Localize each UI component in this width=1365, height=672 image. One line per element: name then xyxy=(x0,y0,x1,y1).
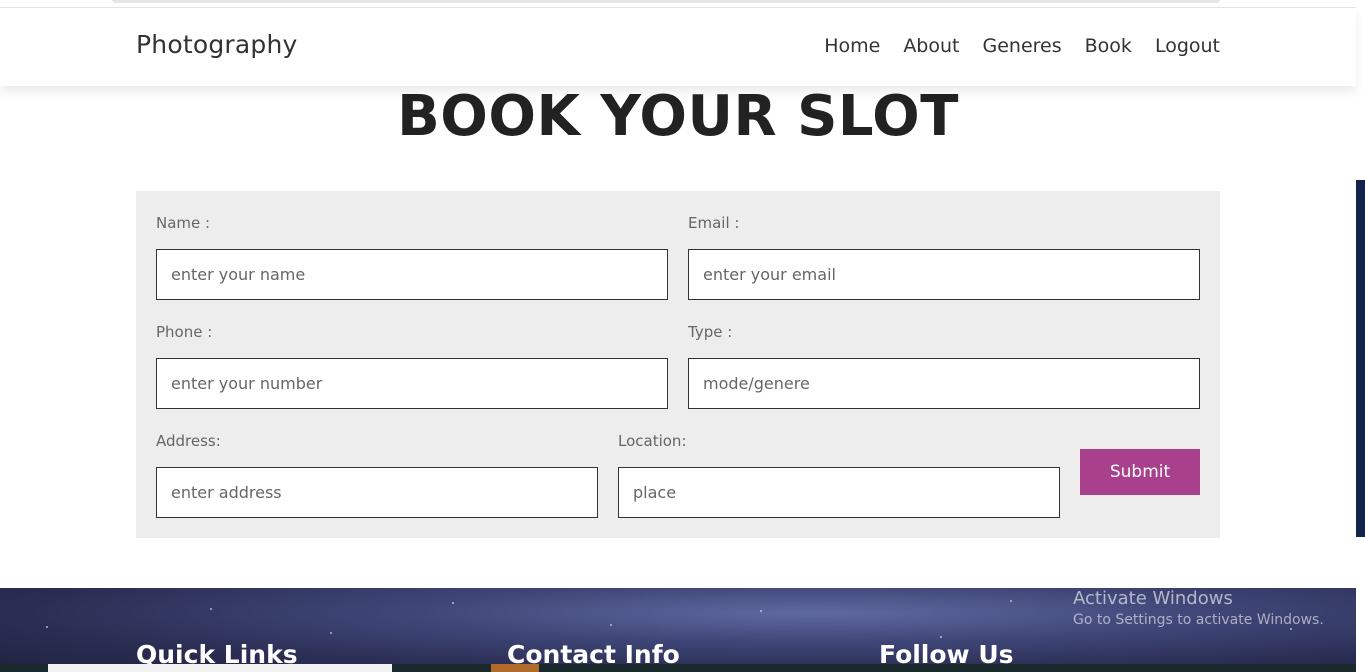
nav-link-generes[interactable]: Generes xyxy=(983,35,1062,57)
star-decoration xyxy=(940,636,942,638)
star-decoration xyxy=(210,608,212,610)
nav-link-home[interactable]: Home xyxy=(824,35,880,57)
navbar: Photography Home About Generes Book Logo… xyxy=(0,8,1356,86)
star-decoration xyxy=(452,602,454,604)
location-label: Location: xyxy=(618,432,687,450)
taskbar-search[interactable] xyxy=(48,664,392,672)
nav-links: Home About Generes Book Logout xyxy=(824,35,1220,57)
star-decoration xyxy=(1290,628,1292,630)
address-input[interactable] xyxy=(156,467,598,518)
browser-top-strip xyxy=(0,0,1365,8)
nav-link-book[interactable]: Book xyxy=(1085,35,1132,57)
star-decoration xyxy=(1010,600,1012,602)
email-input[interactable] xyxy=(688,249,1200,300)
star-decoration xyxy=(330,632,332,634)
address-label: Address: xyxy=(156,432,221,450)
watermark-subtitle: Go to Settings to activate Windows. xyxy=(1073,612,1324,628)
phone-label: Phone : xyxy=(156,323,213,341)
location-input[interactable] xyxy=(618,467,1060,518)
name-label: Name : xyxy=(156,214,211,232)
star-decoration xyxy=(610,624,612,626)
email-label: Email : xyxy=(688,214,740,232)
nav-link-about[interactable]: About xyxy=(903,35,959,57)
submit-button[interactable]: Submit xyxy=(1080,449,1200,495)
star-decoration xyxy=(760,610,762,612)
booking-form: Name : Email : Phone : Type : Address: L… xyxy=(136,191,1220,538)
type-input[interactable] xyxy=(688,358,1200,409)
phone-input[interactable] xyxy=(156,358,668,409)
nav-link-logout[interactable]: Logout xyxy=(1155,35,1220,57)
watermark-title: Activate Windows xyxy=(1073,588,1233,609)
taskbar xyxy=(0,664,1356,672)
star-decoration xyxy=(46,626,48,628)
type-label: Type : xyxy=(688,323,733,341)
brand-logo[interactable]: Photography xyxy=(136,30,298,59)
name-input[interactable] xyxy=(156,249,668,300)
address-bar-edge xyxy=(112,0,1220,3)
taskbar-app-icon[interactable] xyxy=(491,664,539,672)
scrollbar-thumb[interactable] xyxy=(1356,180,1365,537)
scrollbar[interactable] xyxy=(1356,0,1365,672)
activate-windows-watermark: Activate Windows Go to Settings to activ… xyxy=(1073,588,1324,628)
page-title: BOOK YOUR SLOT xyxy=(397,84,959,149)
